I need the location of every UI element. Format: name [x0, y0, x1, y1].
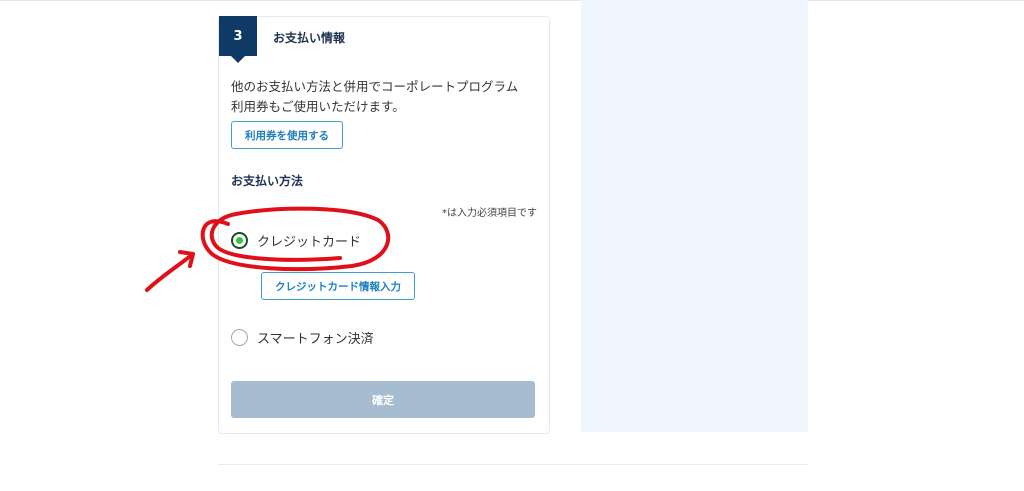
radio-unselected-icon[interactable]: [231, 329, 248, 346]
credit-card-input-button[interactable]: クレジットカード情報入力: [261, 272, 415, 300]
required-fields-note: *は入力必須項目です: [442, 208, 537, 219]
coupon-info-line-1: 他のお支払い方法と併用でコーポレートプログラム: [231, 79, 519, 94]
payment-option-smartphone[interactable]: スマートフォン決済: [231, 328, 374, 347]
coupon-info-text: 他のお支払い方法と併用でコーポレートプログラム 利用券もご使用いただけます。: [231, 77, 541, 117]
bottom-divider: [218, 464, 808, 465]
payment-method-heading: お支払い方法: [231, 174, 304, 188]
payment-option-credit-card[interactable]: クレジットカード: [231, 231, 361, 250]
use-coupon-button[interactable]: 利用券を使用する: [231, 121, 343, 149]
annotation-arrow-icon: [145, 250, 195, 292]
step-number-badge: 3: [219, 16, 257, 56]
coupon-info-line-2: 利用券もご使用いただけます。: [231, 99, 405, 114]
section-title: お支払い情報: [273, 31, 346, 45]
confirm-button[interactable]: 確定: [231, 381, 535, 418]
top-divider: [0, 0, 1024, 1]
payment-option-label: クレジットカード: [257, 235, 362, 250]
payment-info-card: 3 お支払い情報 他のお支払い方法と併用でコーポレートプログラム 利用券もご使用…: [218, 16, 550, 434]
radio-selected-icon[interactable]: [231, 232, 248, 249]
payment-option-label: スマートフォン決済: [257, 332, 374, 347]
side-panel: [581, 0, 808, 432]
